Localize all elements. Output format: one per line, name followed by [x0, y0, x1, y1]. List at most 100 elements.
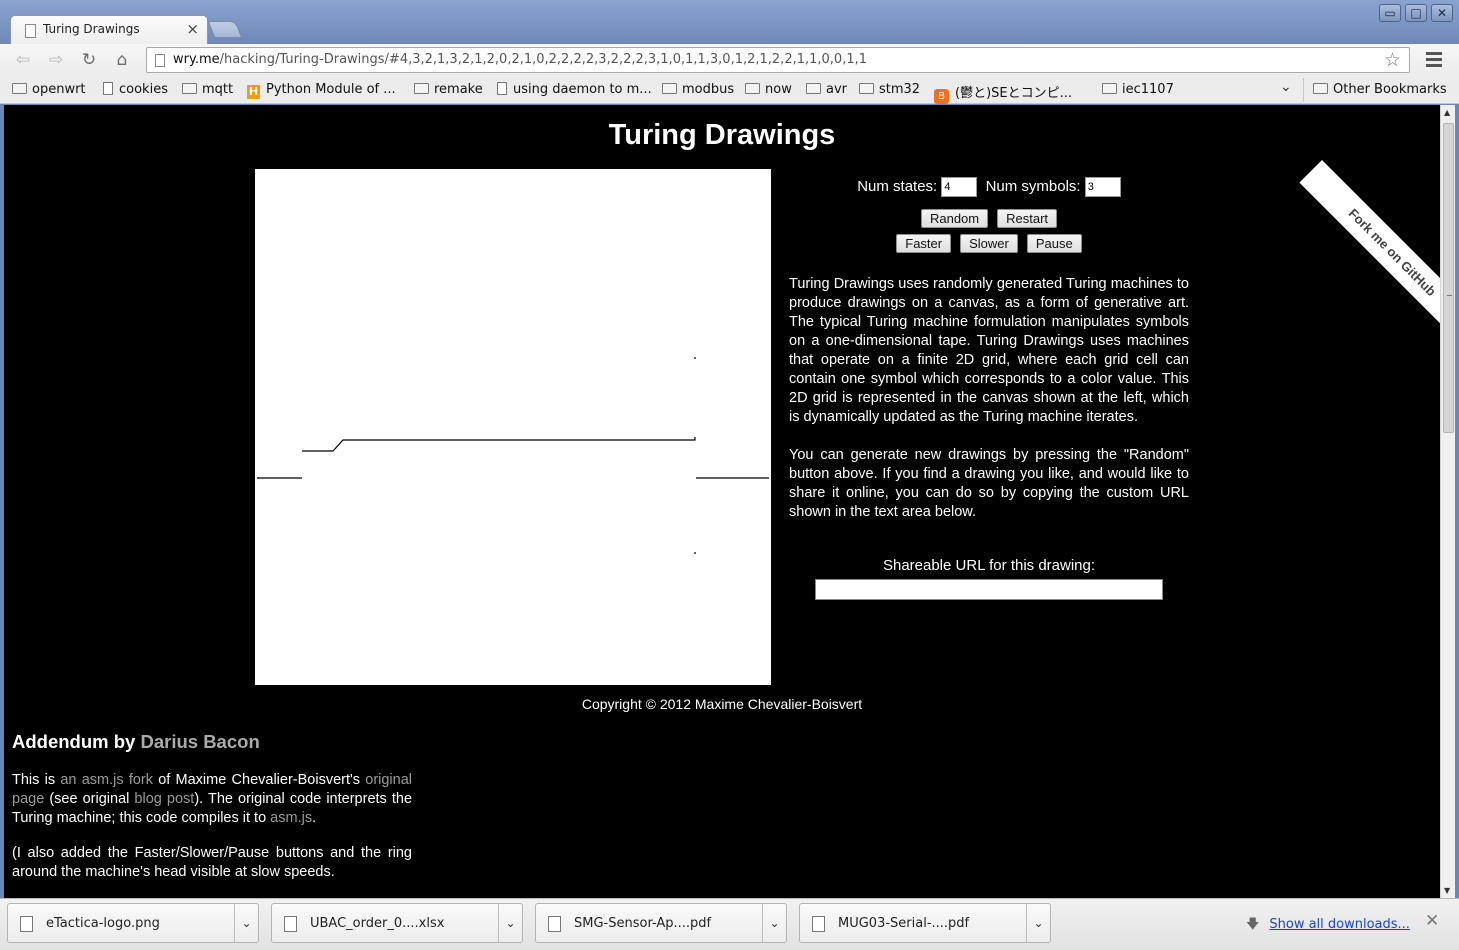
num-states-label: Num states:: [857, 177, 938, 195]
back-arrow-icon: ⇦: [15, 50, 31, 70]
bookmark-label: (鬱と)SEとコンピ...: [955, 86, 1073, 101]
forward-button[interactable]: ⇨: [44, 49, 68, 71]
reload-button[interactable]: ↻: [77, 49, 101, 71]
bookmarks-bar: openwrt cookies mqtt H Python Module of .…: [0, 76, 1459, 104]
page-icon: [103, 82, 113, 95]
maximize-icon: □: [1410, 6, 1422, 20]
pause-button[interactable]: Pause: [1026, 234, 1082, 253]
bookmark-openwrt[interactable]: openwrt: [12, 82, 86, 97]
addendum-paragraph-1: This is an asm.js fork of Maxime Chevali…: [12, 771, 412, 828]
bookmark-stm32[interactable]: stm32: [859, 82, 920, 97]
tab-close-icon[interactable]: ×: [186, 20, 199, 38]
folder-icon: [1313, 83, 1328, 94]
bookmark-label: avr: [826, 82, 848, 97]
download-filename: UBAC_order_0....xlsx: [310, 916, 445, 931]
description-paragraph-1: Turing Drawings uses randomly generated …: [789, 276, 1189, 425]
bookmark-label: openwrt: [32, 82, 86, 97]
download-item[interactable]: eTactica-logo.png ⌄: [7, 903, 259, 943]
home-button[interactable]: ⌂: [110, 49, 134, 71]
scroll-down-arrow-icon[interactable]: ▼: [1444, 886, 1450, 895]
bookmark-cookies[interactable]: cookies: [103, 82, 168, 97]
browser-toolbar: ⇦ ⇨ ↻ ⌂ wry.me/hacking/Turing-Drawings/#…: [0, 44, 1459, 76]
folder-icon: [1102, 83, 1117, 94]
addendum-paragraph-2: (I also added the Faster/Slower/Pause bu…: [12, 845, 412, 880]
drawing-stroke-upper: [302, 437, 696, 452]
bookmark-python-module[interactable]: H Python Module of ...: [247, 82, 396, 99]
new-tab-button[interactable]: [207, 21, 243, 38]
window-titlebar: Turing Drawings × ▭ □ ✕: [0, 0, 1459, 45]
bookmark-remake[interactable]: remake: [414, 82, 483, 97]
page-scrollbar[interactable]: ▲ ▼: [1440, 105, 1455, 898]
bookmark-star-icon[interactable]: ☆: [1384, 49, 1401, 71]
restart-button[interactable]: Restart: [997, 209, 1058, 228]
primary-buttons: Random Restart: [789, 209, 1189, 228]
tab-title: Turing Drawings: [43, 22, 140, 36]
bookmark-se-computer[interactable]: B (鬱と)SEとコンピ...: [934, 82, 1072, 104]
page-icon: [497, 82, 507, 95]
addendum: This is an asm.js fork of Maxime Chevali…: [12, 771, 412, 898]
text: .: [312, 810, 317, 826]
url-host: wry.me: [173, 52, 220, 67]
num-symbols-input[interactable]: [1084, 177, 1121, 197]
spreadsheet-file-icon: [284, 916, 297, 932]
address-bar[interactable]: wry.me/hacking/Turing-Drawings/#4,3,2,1,…: [146, 47, 1410, 73]
folder-icon: [745, 83, 760, 94]
scrollbar-thumb[interactable]: [1443, 123, 1454, 433]
blog-post-link[interactable]: blog post: [134, 791, 194, 807]
bookmarks-overflow-chevron-icon[interactable]: ⌄: [1280, 79, 1292, 95]
show-all-downloads-link[interactable]: 🡇 Show all downloads...: [1246, 915, 1410, 937]
blogger-icon: B: [934, 89, 949, 104]
chrome-menu-button[interactable]: [1424, 50, 1444, 70]
back-button[interactable]: ⇦: [11, 49, 35, 71]
other-bookmarks[interactable]: Other Bookmarks: [1313, 82, 1447, 97]
turing-drawing: [257, 357, 769, 554]
drawing-canvas: [255, 169, 771, 685]
bookmark-now[interactable]: now: [745, 82, 792, 97]
folder-icon: [662, 83, 677, 94]
bookmark-mqtt[interactable]: mqtt: [182, 82, 233, 97]
text: This is: [12, 772, 61, 788]
chevron-down-icon[interactable]: ⌄: [762, 904, 786, 942]
close-window-button[interactable]: ✕: [1431, 4, 1453, 22]
forward-arrow-icon: ⇨: [48, 50, 64, 70]
reload-icon: ↻: [81, 50, 97, 70]
download-item[interactable]: UBAC_order_0....xlsx ⌄: [271, 903, 523, 943]
scroll-up-arrow-icon[interactable]: ▲: [1444, 108, 1450, 117]
bookmark-label: stm32: [879, 82, 921, 97]
close-downloads-icon[interactable]: ✕: [1425, 911, 1439, 931]
faster-button[interactable]: Faster: [896, 234, 952, 253]
asmjs-fork-link[interactable]: an asm.js fork: [60, 772, 153, 788]
bookmark-label: iec1107: [1122, 82, 1174, 97]
download-item[interactable]: SMG-Sensor-Ap....pdf ⌄: [535, 903, 787, 943]
minimize-button[interactable]: ▭: [1379, 4, 1401, 22]
bookmark-avr[interactable]: avr: [806, 82, 847, 97]
bookmark-label: remake: [434, 82, 483, 97]
author-link[interactable]: Darius Bacon: [140, 731, 259, 752]
share-url-field[interactable]: [815, 579, 1163, 600]
download-arrow-icon: 🡇: [1246, 917, 1260, 932]
folder-icon: [806, 83, 821, 94]
bookmark-modbus[interactable]: modbus: [662, 82, 734, 97]
download-item[interactable]: MUG03-Serial-....pdf ⌄: [799, 903, 1051, 943]
chevron-down-icon[interactable]: ⌄: [1026, 904, 1050, 942]
browser-tab[interactable]: Turing Drawings ×: [10, 15, 208, 45]
home-icon: ⌂: [116, 50, 128, 70]
random-button[interactable]: Random: [920, 209, 989, 228]
page-icon: [155, 54, 165, 67]
chevron-down-icon[interactable]: ⌄: [498, 904, 522, 942]
downloads-shelf: eTactica-logo.png ⌄ UBAC_order_0....xlsx…: [0, 898, 1459, 950]
share-url-label: Shareable URL for this drawing:: [882, 557, 1096, 574]
download-filename: MUG03-Serial-....pdf: [838, 916, 970, 931]
url-text[interactable]: wry.me/hacking/Turing-Drawings/#4,3,2,1,…: [173, 52, 867, 67]
bookmark-using-daemon[interactable]: using daemon to m...: [497, 82, 652, 97]
chevron-down-icon[interactable]: ⌄: [234, 904, 258, 942]
slower-button[interactable]: Slower: [960, 234, 1018, 253]
maximize-button[interactable]: □: [1405, 4, 1427, 22]
num-states-input[interactable]: [941, 177, 978, 197]
asmjs-link[interactable]: asm.js: [270, 810, 312, 826]
bookmark-label: now: [765, 82, 792, 97]
bookmark-iec1107[interactable]: iec1107: [1102, 82, 1174, 97]
fork-me-on-github-ribbon[interactable]: Fork me on GitHub: [1299, 160, 1440, 346]
bookmark-label: using daemon to m...: [513, 82, 652, 97]
text: of Maxime Chevalier-Boisvert's: [152, 772, 366, 788]
